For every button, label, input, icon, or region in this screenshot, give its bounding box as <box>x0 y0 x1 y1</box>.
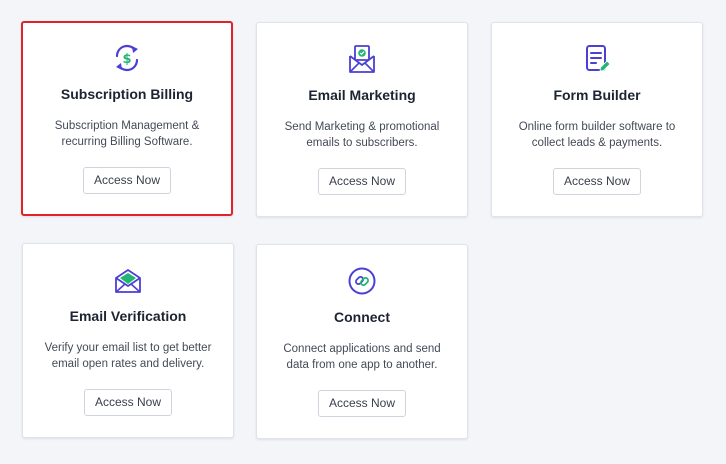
card-form-builder[interactable]: Form Builder Online form builder softwar… <box>491 22 703 217</box>
access-now-button[interactable]: Access Now <box>552 168 642 195</box>
card-description: Connect applications and send data from … <box>283 343 441 371</box>
form-icon <box>492 43 702 75</box>
card-title: Form Builder <box>553 87 641 103</box>
card-subscription-billing[interactable]: $ Subscription Billing Subscription Mana… <box>21 21 233 216</box>
access-now-button[interactable]: Access Now <box>317 390 407 417</box>
card-email-verification[interactable]: Email Verification Verify your email lis… <box>22 243 234 438</box>
card-description: Verify your email list to get better ema… <box>44 342 212 370</box>
card-description: Online form builder software to collect … <box>518 121 676 149</box>
card-title: Connect <box>334 309 390 325</box>
card-title: Subscription Billing <box>60 86 194 102</box>
card-connect[interactable]: Connect Connect applications and send da… <box>256 244 468 439</box>
card-title: Email Verification <box>69 308 187 324</box>
card-description: Send Marketing & promotional emails to s… <box>284 121 440 149</box>
email-marketing-icon <box>257 43 467 75</box>
card-email-marketing[interactable]: Email Marketing Send Marketing & promoti… <box>256 22 468 217</box>
connect-link-icon <box>257 265 467 297</box>
email-verification-icon <box>23 264 233 296</box>
billing-cycle-icon: $ <box>23 42 231 74</box>
card-description: Subscription Management & recurring Bill… <box>54 120 200 148</box>
access-now-button[interactable]: Access Now <box>83 389 173 416</box>
card-title: Email Marketing <box>308 87 416 103</box>
access-now-button[interactable]: Access Now <box>317 168 407 195</box>
access-now-button[interactable]: Access Now <box>82 167 172 194</box>
svg-text:$: $ <box>122 52 131 67</box>
